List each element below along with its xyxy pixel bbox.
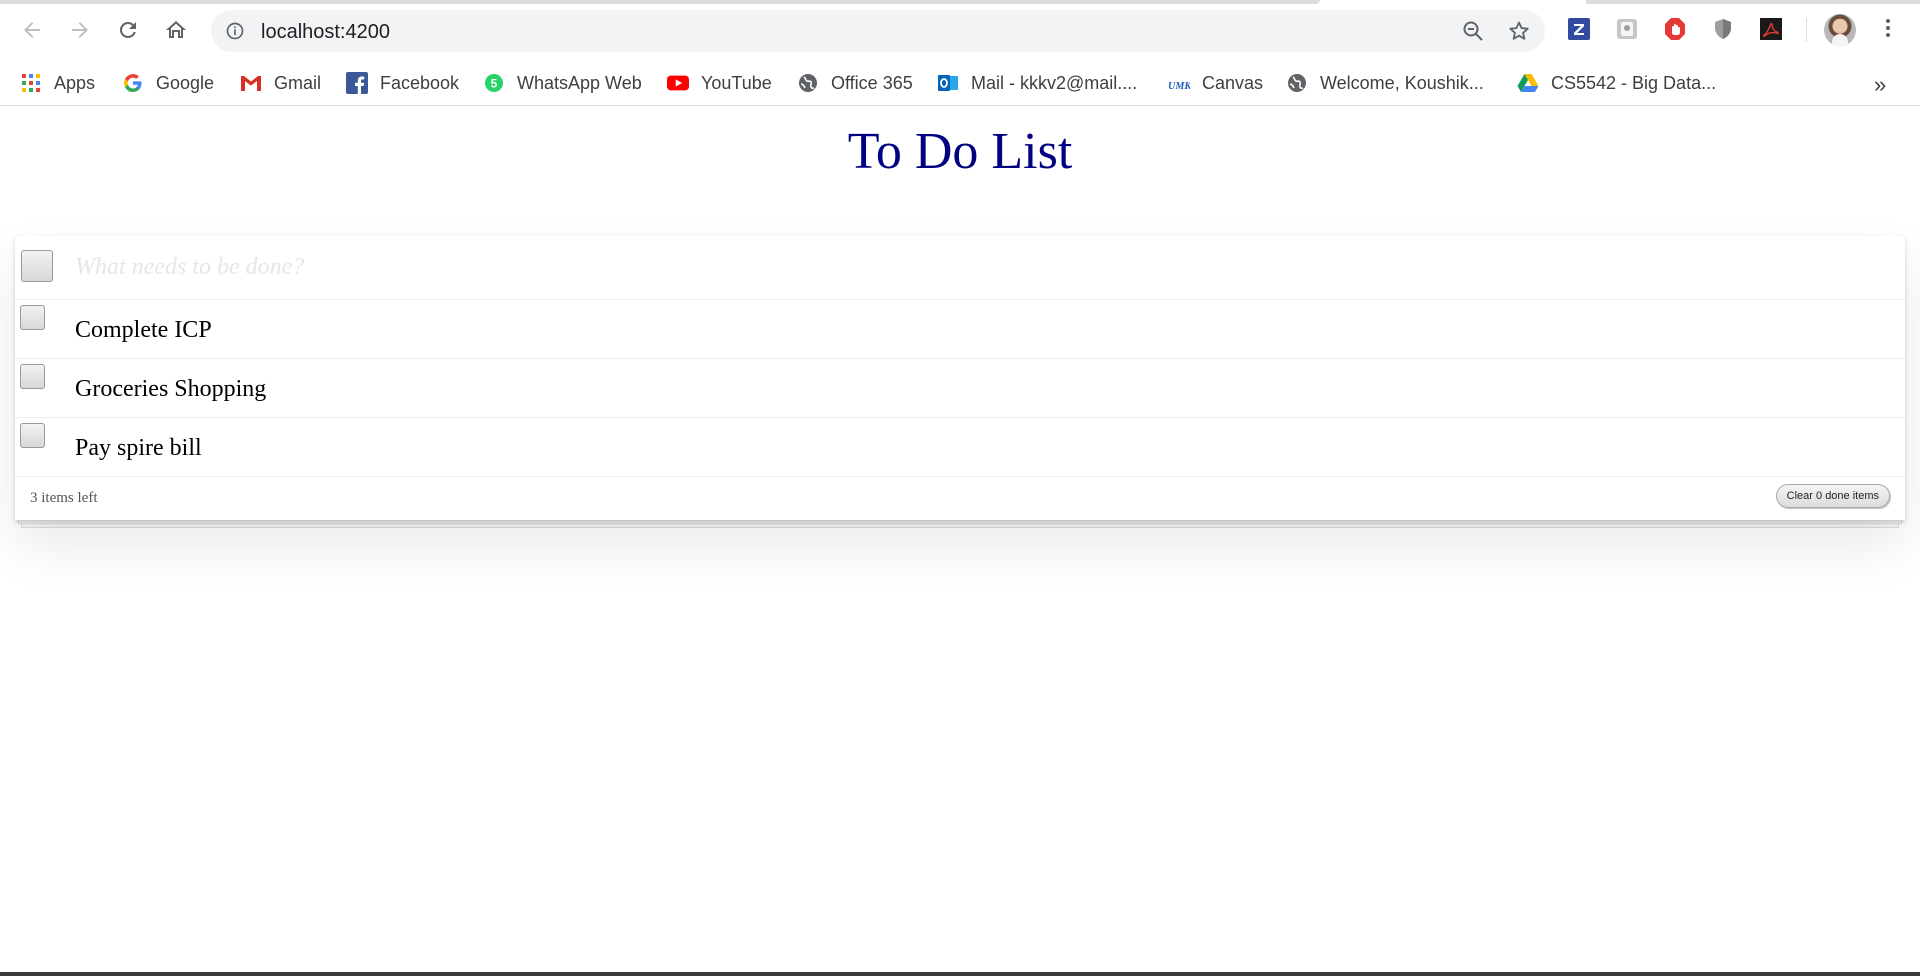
google-icon <box>122 72 144 94</box>
bookmark-canvas[interactable]: UMKC Canvas <box>1168 68 1263 98</box>
todo-card: Complete ICP Groceries Shopping Pay spir… <box>15 236 1905 520</box>
facebook-icon <box>346 72 368 94</box>
bookmark-whatsapp[interactable]: 5 WhatsApp Web <box>483 68 642 98</box>
tab-strip-edge-right <box>1586 0 1920 4</box>
menu-dot-icon <box>1886 33 1890 37</box>
menu-dot-icon <box>1886 19 1890 23</box>
info-icon[interactable] <box>225 21 245 41</box>
bookmark-cs5542[interactable]: CS5542 - Big Data... <box>1517 68 1716 98</box>
todo-item[interactable]: Groceries Shopping <box>15 359 1905 418</box>
back-arrow-icon <box>24 22 40 38</box>
toolbar-separator <box>1806 18 1807 42</box>
apps-grid-icon <box>20 72 42 94</box>
bookmark-facebook[interactable]: Facebook <box>346 68 459 98</box>
bookmarks-overflow-button[interactable]: » <box>1874 72 1886 98</box>
bookmark-label: Mail - kkkv2@mail.... <box>971 72 1138 93</box>
bookmark-label: Welcome, Koushik... <box>1320 72 1484 93</box>
todo-checkbox[interactable] <box>20 364 45 389</box>
adblock-icon[interactable] <box>1662 16 1688 42</box>
globe-icon <box>1286 72 1308 94</box>
address-bar[interactable]: localhost:4200 <box>211 10 1545 52</box>
bookmark-youtube[interactable]: YouTube <box>667 68 772 98</box>
page-title: To Do List <box>847 123 1073 180</box>
tab-strip <box>0 0 1920 4</box>
forward-button[interactable] <box>62 12 98 48</box>
todo-checkbox[interactable] <box>20 305 45 330</box>
zoom-out-icon[interactable] <box>1461 19 1485 43</box>
forward-arrow-icon <box>72 22 88 38</box>
bookmark-label: Facebook <box>380 72 460 93</box>
tab-strip-edge <box>0 0 1320 4</box>
bookmark-label: Gmail <box>274 72 322 93</box>
browser-toolbar: localhost:4200 <box>0 0 1920 60</box>
bookmark-apps[interactable]: Apps <box>20 68 95 98</box>
bookmark-label: Canvas <box>1202 72 1264 93</box>
globe-icon <box>797 72 819 94</box>
new-todo-row <box>15 236 1905 300</box>
new-todo-input[interactable] <box>75 250 1875 284</box>
todo-item[interactable]: Pay spire bill <box>15 418 1905 477</box>
bookmark-welcome[interactable]: Welcome, Koushik... <box>1286 68 1484 98</box>
card-stack-shadow <box>18 520 1902 524</box>
home-icon <box>166 21 186 38</box>
profile-avatar[interactable] <box>1824 14 1856 46</box>
acrobat-icon[interactable] <box>1758 16 1784 42</box>
bookmark-label: Google <box>156 72 215 93</box>
todo-title[interactable]: Pay spire bill <box>75 435 202 462</box>
outlook-icon <box>937 72 959 94</box>
zotero-icon[interactable] <box>1566 16 1592 42</box>
bookmark-office-365[interactable]: Office 365 <box>797 68 913 98</box>
bookmark-label: Office 365 <box>831 72 913 93</box>
bookmark-outlook-mail[interactable]: Mail - kkkv2@mail.... <box>937 68 1137 98</box>
shield-icon[interactable] <box>1710 16 1736 42</box>
home-button[interactable] <box>158 12 194 48</box>
extension-icon[interactable] <box>1614 16 1640 42</box>
todo-footer: 3 items left Clear 0 done items <box>15 478 1905 520</box>
todo-title[interactable]: Groceries Shopping <box>75 376 266 403</box>
clear-done-button[interactable]: Clear 0 done items <box>1775 484 1890 508</box>
umkc-icon: UMKC <box>1168 72 1190 94</box>
bookmark-label: CS5542 - Big Data... <box>1551 72 1717 93</box>
bookmark-google[interactable]: Google <box>122 68 214 98</box>
todo-checkbox[interactable] <box>20 423 45 448</box>
browser-menu-button[interactable] <box>1876 16 1900 44</box>
bookmark-gmail[interactable]: Gmail <box>240 68 321 98</box>
reload-icon <box>119 21 136 38</box>
svg-text:UMKC: UMKC <box>1168 81 1190 92</box>
google-drive-icon <box>1517 72 1539 94</box>
bookmarks-bar: Apps Google Gmail Facebook 5 WhatsApp We… <box>0 60 1920 106</box>
menu-dot-icon <box>1886 26 1890 30</box>
bookmark-star-icon[interactable] <box>1507 19 1531 43</box>
svg-text:5: 5 <box>491 77 498 91</box>
bookmark-label: YouTube <box>701 72 772 93</box>
url-text[interactable]: localhost:4200 <box>261 21 390 44</box>
gmail-icon <box>240 72 262 94</box>
back-button[interactable] <box>14 12 50 48</box>
todo-item[interactable]: Complete ICP <box>15 300 1905 359</box>
card-stack-shadow <box>21 524 1899 528</box>
youtube-icon <box>667 72 689 94</box>
items-left-count: 3 items left <box>30 490 98 506</box>
toggle-all-checkbox[interactable] <box>21 250 53 282</box>
todo-title[interactable]: Complete ICP <box>75 317 212 344</box>
bookmark-label: Apps <box>54 72 96 93</box>
taskbar-edge <box>0 972 1920 976</box>
bookmark-label: WhatsApp Web <box>517 72 642 93</box>
whatsapp-icon: 5 <box>483 72 505 94</box>
reload-button[interactable] <box>110 12 146 48</box>
